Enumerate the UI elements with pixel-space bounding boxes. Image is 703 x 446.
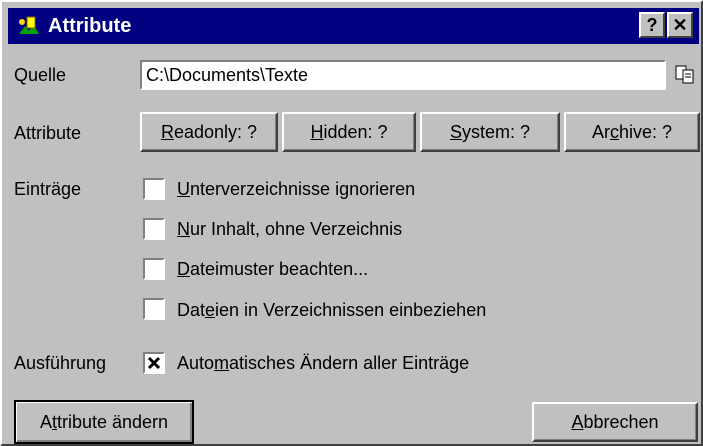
readonly-button[interactable]: Readonly: ? xyxy=(140,112,278,152)
app-icon xyxy=(19,16,39,34)
ausfuehrung-label: Ausführung xyxy=(14,353,107,373)
checkbox-unterverzeichnisse[interactable] xyxy=(143,178,165,200)
option-automatisches-aendern-label: Automatisches Ändern aller Einträge xyxy=(177,353,470,373)
option-dateimuster-label: Dateimuster beachten... xyxy=(177,259,369,279)
attribute-aendern-button[interactable]: Attribute ändern xyxy=(14,400,194,444)
archive-text-rest: hive: ? xyxy=(618,122,673,142)
apply-text-rest: tribute ändern xyxy=(56,412,169,432)
help-button[interactable]: ? xyxy=(639,12,665,38)
system-button[interactable]: System: ? xyxy=(420,112,560,152)
window-title: Attribute xyxy=(48,15,132,37)
system-mnemonic: S xyxy=(449,122,462,142)
option-nur-inhalt-label: Nur Inhalt, ohne Verzeichnis xyxy=(177,219,403,239)
checkbox-nur-inhalt[interactable] xyxy=(143,218,165,240)
attribute-label: Attribute xyxy=(14,123,82,143)
checkbox-automatisches-aendern[interactable] xyxy=(143,352,165,374)
checkbox-dateimuster[interactable] xyxy=(143,258,165,280)
system-text-rest: ystem: ? xyxy=(461,122,531,142)
archive-text: Ar xyxy=(591,122,610,142)
option-unterverzeichnisse-label: Unterverzeichnisse ignorieren xyxy=(177,179,416,199)
eintraege-label: Einträge xyxy=(14,179,82,199)
archive-button[interactable]: Archive: ? xyxy=(564,112,700,152)
cancel-text-rest: bbrechen xyxy=(583,412,659,432)
quelle-input[interactable]: C:\Documents\Texte xyxy=(140,60,666,90)
attribute-dialog: Attribute ? ✕ Quelle C:\Documents\Texte … xyxy=(0,0,703,446)
close-button[interactable]: ✕ xyxy=(667,12,693,38)
abbrechen-button[interactable]: Abbrechen xyxy=(532,402,698,442)
cancel-mnemonic: A xyxy=(571,412,584,432)
option-dateien-einbeziehen-label: Dateien in Verzeichnissen einbeziehen xyxy=(177,300,487,320)
checkbox-dateien-einbeziehen[interactable] xyxy=(143,298,165,320)
readonly-text-rest: eadonly: ? xyxy=(173,122,258,142)
hidden-text-rest: idden: ? xyxy=(323,122,388,142)
quelle-label: Quelle xyxy=(14,65,67,85)
checkmark-icon xyxy=(147,356,161,370)
hidden-mnemonic: H xyxy=(310,122,324,142)
hidden-button[interactable]: Hidden: ? xyxy=(282,112,416,152)
readonly-mnemonic: R xyxy=(160,122,174,142)
copy-icon[interactable] xyxy=(674,63,696,85)
title-bar[interactable]: Attribute ? ✕ xyxy=(8,8,699,44)
archive-mnemonic: c xyxy=(609,122,619,142)
apply-text: A xyxy=(39,412,52,432)
